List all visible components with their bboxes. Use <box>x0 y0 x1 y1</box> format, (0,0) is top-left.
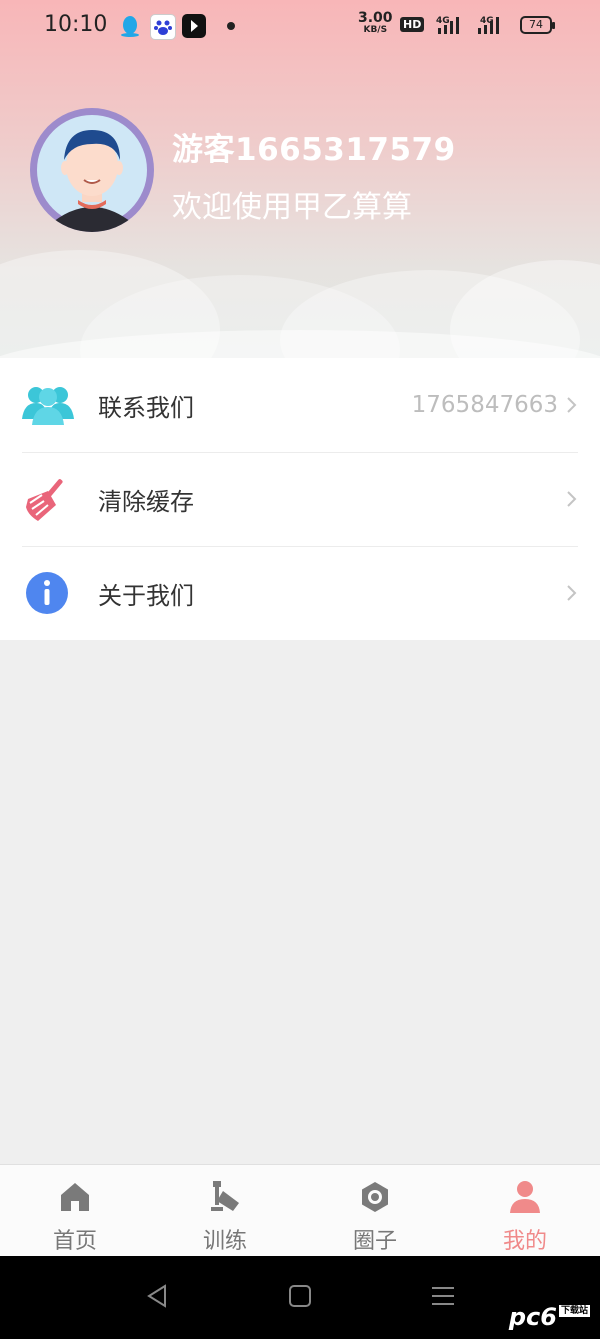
circle-icon <box>362 1182 388 1212</box>
back-icon[interactable] <box>143 1282 171 1310</box>
home-nav-icon[interactable] <box>286 1282 314 1310</box>
chevron-right-icon <box>567 585 577 601</box>
tab-training[interactable]: 训练 <box>150 1165 300 1257</box>
menu-item-clear-cache[interactable]: 清除缓存 <box>0 452 600 546</box>
menu-item-about-us[interactable]: 关于我们 <box>0 546 600 640</box>
battery-icon: 74 <box>520 16 555 34</box>
tab-label: 首页 <box>52 1229 97 1254</box>
training-icon <box>211 1181 239 1211</box>
notification-dot <box>227 22 235 30</box>
network-speed: 3.00 KB/S <box>358 10 393 35</box>
tab-label: 圈子 <box>352 1229 397 1254</box>
svg-text:4G: 4G <box>436 16 450 26</box>
hd-badge: HD <box>400 17 425 32</box>
tab-home[interactable]: 首页 <box>0 1165 150 1257</box>
baidu-icon <box>150 14 176 40</box>
menu-nav-icon[interactable] <box>429 1282 457 1310</box>
app-icon <box>182 14 206 38</box>
tab-mine[interactable]: 我的 <box>450 1165 600 1257</box>
menu-item-label: 联系我们 <box>98 393 194 422</box>
menu-item-label: 清除缓存 <box>98 487 194 516</box>
tab-label: 我的 <box>502 1229 547 1254</box>
info-icon <box>26 572 68 614</box>
welcome-text: 欢迎使用甲乙算算 <box>172 190 412 225</box>
home-icon <box>61 1183 89 1211</box>
profile-header: 游客1665317579 欢迎使用甲乙算算 <box>0 0 600 358</box>
bottom-tab-bar: 首页 训练 圈子 我的 <box>0 1164 600 1257</box>
avatar[interactable] <box>30 108 154 232</box>
qq-icon <box>118 14 142 38</box>
broom-icon <box>26 479 63 521</box>
username: 游客1665317579 <box>172 132 456 168</box>
status-bar: 10:10 3.00 KB/S HD 4G 4G 74 <box>0 0 600 52</box>
chevron-right-icon <box>567 397 577 413</box>
contact-phone-value: 1765847663 <box>411 392 558 418</box>
signal-icon-1: 4G <box>436 16 459 34</box>
menu-item-contact-us[interactable]: 联系我们 1765847663 <box>0 358 600 452</box>
system-navigation-bar: pc6 下载站 <box>0 1256 600 1339</box>
watermark: pc6 下载站 <box>508 1303 590 1331</box>
profile-icon <box>510 1181 540 1213</box>
tab-circle[interactable]: 圈子 <box>300 1165 450 1257</box>
status-time: 10:10 <box>44 12 108 37</box>
chevron-right-icon <box>567 491 577 507</box>
tab-label: 训练 <box>202 1229 247 1254</box>
menu-item-label: 关于我们 <box>98 581 194 610</box>
settings-menu: 联系我们 1765847663 清除缓存 关于我们 <box>0 358 600 640</box>
contacts-icon <box>22 387 74 425</box>
signal-icon-2: 4G <box>478 16 499 34</box>
